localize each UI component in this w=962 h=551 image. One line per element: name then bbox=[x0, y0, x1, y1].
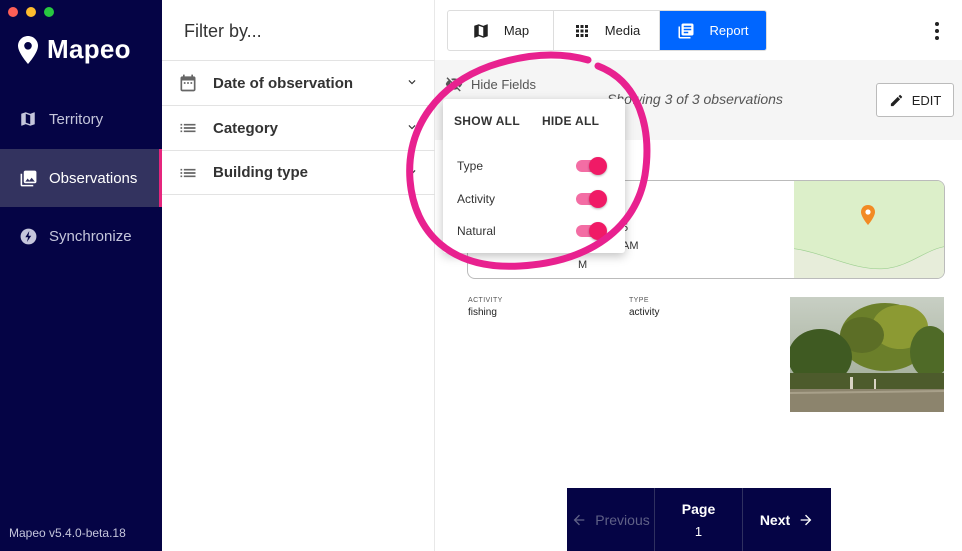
field-label: ACTIVITY bbox=[468, 297, 503, 304]
calendar-icon bbox=[180, 74, 196, 92]
hide-fields-label: Hide Fields bbox=[471, 76, 537, 92]
brand-logo: Mapeo bbox=[18, 34, 131, 65]
field-toggle-label: Natural bbox=[457, 224, 496, 238]
bolt-icon bbox=[18, 226, 38, 246]
previous-label: Previous bbox=[595, 511, 650, 528]
page-label: Page bbox=[681, 500, 716, 517]
chevron-down-icon[interactable] bbox=[405, 165, 419, 179]
field-value: activity bbox=[629, 307, 660, 318]
sidebar-item-label: Observations bbox=[49, 169, 138, 187]
page-indicator: Page 1 bbox=[655, 488, 743, 551]
popover-actions: SHOW ALL HIDE ALL bbox=[454, 114, 621, 128]
window-close-button[interactable] bbox=[8, 7, 18, 17]
field-toggle-row: Activity bbox=[457, 188, 607, 210]
filter-label: Building type bbox=[213, 164, 308, 181]
filter-category[interactable]: Category bbox=[162, 105, 435, 150]
field-value: fishing bbox=[468, 307, 497, 318]
previous-page-button[interactable]: Previous bbox=[567, 488, 655, 551]
arrow-left-icon bbox=[573, 514, 585, 525]
tab-label: Report bbox=[709, 23, 749, 38]
filter-title: Filter by... bbox=[184, 21, 262, 41]
field-toggle-label: Type bbox=[457, 159, 484, 173]
tab-media[interactable]: Media bbox=[554, 11, 660, 50]
sidebar-item-label: Synchronize bbox=[49, 227, 132, 245]
report-icon bbox=[678, 23, 694, 38]
sidebar: Mapeo Territory Observations Synchronize… bbox=[0, 0, 162, 551]
field-toggle-row: Type bbox=[457, 155, 607, 177]
card-detail-fragment: M bbox=[578, 259, 588, 271]
list-icon bbox=[180, 168, 196, 177]
field-toggle-label: Activity bbox=[457, 192, 496, 206]
filter-panel: Filter by... Date of observation Categor… bbox=[162, 0, 435, 551]
view-tabs: Map Media Report bbox=[447, 10, 767, 51]
photo-album-icon bbox=[18, 168, 38, 188]
observation-map-thumbnail bbox=[793, 181, 944, 278]
tab-label: Media bbox=[604, 23, 641, 38]
arrow-right-icon bbox=[800, 514, 812, 525]
field-type: TYPE activity bbox=[629, 297, 660, 318]
more-menu-icon[interactable] bbox=[934, 22, 940, 40]
field-label: TYPE bbox=[629, 297, 649, 304]
view-toolbar: Map Media Report bbox=[435, 0, 962, 60]
natural-toggle[interactable] bbox=[573, 222, 607, 240]
hide-all-button[interactable]: HIDE ALL bbox=[542, 114, 599, 128]
map-pin-icon bbox=[18, 35, 38, 64]
next-label: Next bbox=[759, 511, 791, 528]
sidebar-item-label: Territory bbox=[49, 110, 104, 128]
filter-label: Category bbox=[213, 119, 279, 137]
pagination: Previous Page 1 Next bbox=[567, 488, 831, 551]
sidebar-item-observations[interactable]: Observations bbox=[0, 149, 162, 207]
filter-building-type[interactable]: Building type bbox=[162, 150, 435, 195]
chevron-down-icon[interactable] bbox=[405, 120, 419, 134]
tab-report[interactable]: Report bbox=[660, 11, 766, 50]
brand-name: Mapeo bbox=[47, 34, 131, 64]
field-toggle-row: Natural bbox=[457, 220, 607, 242]
edit-label: EDIT bbox=[911, 92, 942, 108]
grid-icon bbox=[575, 24, 588, 37]
window-zoom-button[interactable] bbox=[44, 7, 54, 17]
field-activity: ACTIVITY fishing bbox=[468, 297, 503, 318]
filter-label: Date of observation bbox=[213, 74, 354, 92]
list-icon bbox=[180, 123, 196, 133]
sidebar-item-synchronize[interactable]: Synchronize bbox=[0, 207, 162, 265]
sidebar-item-territory[interactable]: Territory bbox=[0, 90, 162, 148]
filter-date-of-observation[interactable]: Date of observation bbox=[162, 60, 435, 105]
hide-fields-button[interactable]: Hide Fields bbox=[445, 75, 536, 93]
observation-count: Showing 3 of 3 observations bbox=[607, 91, 783, 107]
eye-off-icon bbox=[445, 77, 463, 92]
next-page-button[interactable]: Next bbox=[743, 488, 831, 551]
page-number: 1 bbox=[694, 523, 703, 539]
map-icon bbox=[18, 109, 38, 129]
hide-fields-popover: SHOW ALL HIDE ALL Type Activity Natural bbox=[443, 99, 625, 253]
observation-photo bbox=[790, 297, 944, 412]
show-all-button[interactable]: SHOW ALL bbox=[454, 114, 520, 128]
tab-label: Map bbox=[503, 23, 530, 38]
activity-toggle[interactable] bbox=[573, 190, 607, 208]
chevron-down-icon[interactable] bbox=[405, 75, 419, 89]
app-version: Mapeo v5.4.0-beta.18 bbox=[9, 526, 126, 540]
tab-map[interactable]: Map bbox=[448, 11, 554, 50]
window-minimize-button[interactable] bbox=[26, 7, 36, 17]
edit-button[interactable]: EDIT bbox=[876, 83, 954, 117]
type-toggle[interactable] bbox=[573, 157, 607, 175]
pencil-icon bbox=[890, 94, 902, 106]
map-icon bbox=[474, 23, 488, 38]
